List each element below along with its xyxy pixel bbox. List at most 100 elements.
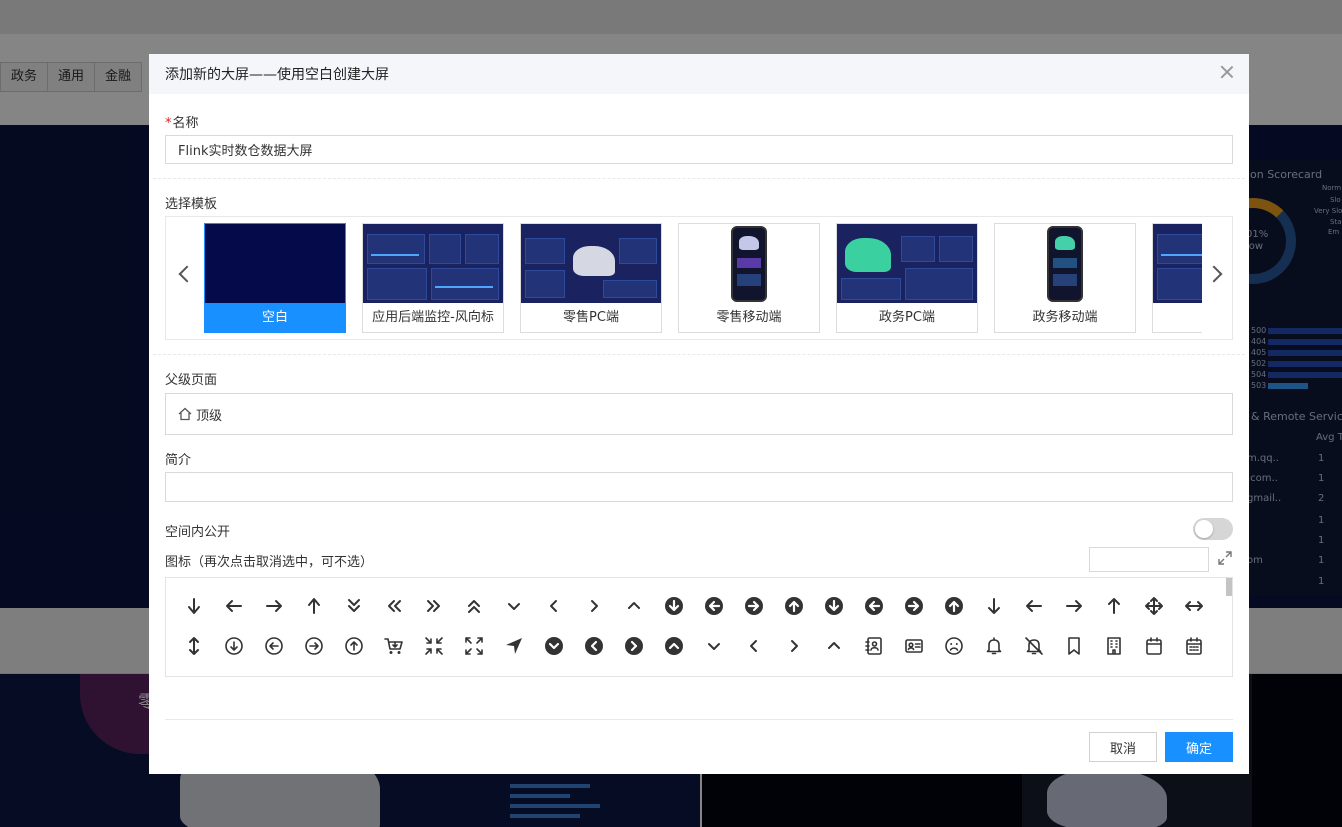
template-thumbnail [205,224,345,303]
dialog-title: 添加新的大屏——使用空白创建大屏 [165,67,389,83]
template-card[interactable]: 应用后端监控-风向标 [362,223,504,333]
circle-arrow-right-icon[interactable] [894,591,934,621]
template-name: 应用后端监控-风向标 [372,310,494,325]
circle-chevron-left-icon[interactable] [574,631,614,661]
circle-arrow-right-icon[interactable] [734,591,774,621]
template-thumbnail [521,224,661,303]
template-name: 某平台 [1153,303,1202,332]
public-label: 空间内公开 [165,525,231,540]
home-icon [178,407,192,421]
chevron-left-icon[interactable] [174,262,192,286]
arrows-move-icon[interactable] [1134,591,1174,621]
confirm-button[interactable]: 确定 [1165,732,1233,762]
calendar-icon[interactable] [1134,631,1174,661]
arrow-left-icon[interactable] [1014,591,1054,621]
arrows-horizontal-icon[interactable] [1174,591,1214,621]
building-icon[interactable] [1094,631,1134,661]
circle-outline-arrow-down-icon[interactable] [214,631,254,661]
template-card[interactable]: 零售PC端 [520,223,662,333]
circle-chevron-up-icon[interactable] [654,631,694,661]
id-card-icon[interactable] [894,631,934,661]
template-thumbnail [363,224,503,303]
double-chevron-left-icon[interactable] [374,591,414,621]
cart-arrow-icon[interactable] [374,631,414,661]
name-label: *名称 [165,116,199,131]
circle-outline-arrow-up-icon[interactable] [334,631,374,661]
scrollbar-thumb[interactable] [1226,578,1232,596]
icon-search-input[interactable] [1089,547,1209,572]
template-card[interactable]: 空白 [204,223,346,333]
bell-slash-icon[interactable] [1014,631,1054,661]
location-arrow-icon[interactable] [494,631,534,661]
arrow-right-icon[interactable] [254,591,294,621]
calendar-alt-icon[interactable] [1174,631,1214,661]
scrollbar[interactable] [1226,578,1232,676]
public-toggle[interactable] [1193,518,1233,540]
arrow-left-icon[interactable] [214,591,254,621]
circle-arrow-up-icon[interactable] [774,591,814,621]
template-label: 选择模板 [165,197,218,212]
intro-input[interactable] [165,472,1233,502]
template-name: 政务PC端 [879,310,935,325]
template-list: 空白 应用后端监控-风向标 零售PC端 零售移动端 政务PC端 政务移动端 某平台 [204,222,1202,334]
double-chevron-up-icon[interactable] [454,591,494,621]
template-thumbnail [1153,224,1202,303]
chevron-right-icon[interactable] [574,591,614,621]
template-carousel: 空白 应用后端监控-风向标 零售PC端 零售移动端 政务PC端 政务移动端 某平台 [165,216,1233,340]
template-thumbnail [995,224,1135,303]
circle-arrow-up-icon[interactable] [934,591,974,621]
intro-label: 简介 [165,453,192,468]
parent-page-value: 顶级 [196,408,223,424]
name-input[interactable] [165,135,1233,164]
double-chevron-down-icon[interactable] [334,591,374,621]
chevron-up-icon[interactable] [814,631,854,661]
bell-icon[interactable] [974,631,1014,661]
arrow-up-icon[interactable] [1094,591,1134,621]
compress-icon[interactable] [414,631,454,661]
circle-outline-arrow-left-icon[interactable] [254,631,294,661]
circle-arrow-left-icon[interactable] [694,591,734,621]
template-name: 政务移动端 [1032,310,1098,325]
required-mark: * [165,116,172,131]
template-card[interactable]: 政务PC端 [836,223,978,333]
circle-outline-arrow-right-icon[interactable] [294,631,334,661]
icon-picker-label: 图标（再次点击取消选中，可不选） [165,555,374,570]
parent-page-select[interactable]: 顶级 [165,393,1233,435]
frown-icon[interactable] [934,631,974,661]
template-card[interactable]: 政务移动端 [994,223,1136,333]
circle-arrow-left-icon[interactable] [854,591,894,621]
chevron-right-icon[interactable] [774,631,814,661]
expand-icon[interactable] [1218,551,1232,565]
chevron-down-icon[interactable] [694,631,734,661]
double-chevron-right-icon[interactable] [414,591,454,621]
template-name: 零售PC端 [563,310,619,325]
arrows-vertical-icon[interactable] [174,631,214,661]
template-card[interactable]: 某平台 [1152,223,1202,333]
arrow-down-icon[interactable] [974,591,1014,621]
toggle-knob [1195,520,1213,538]
arrow-right-icon[interactable] [1054,591,1094,621]
icon-row [174,591,1214,621]
arrow-up-bold-icon[interactable] [294,591,334,621]
chevron-left-icon[interactable] [534,591,574,621]
divider [153,178,1245,179]
circle-chevron-down-icon[interactable] [534,631,574,661]
parent-page-label: 父级页面 [165,373,218,388]
chevron-down-icon[interactable] [494,591,534,621]
close-icon[interactable] [1219,64,1235,80]
circle-arrow-down-icon[interactable] [654,591,694,621]
chevron-right-icon[interactable] [1208,262,1226,286]
icon-grid [165,577,1233,677]
chevron-left-icon[interactable] [734,631,774,661]
chevron-up-icon[interactable] [614,591,654,621]
address-book-icon[interactable] [854,631,894,661]
icon-row [174,631,1214,661]
template-name: 空白 [205,303,345,332]
cancel-button[interactable]: 取消 [1089,732,1157,762]
bookmark-icon[interactable] [1054,631,1094,661]
circle-chevron-right-icon[interactable] [614,631,654,661]
template-card[interactable]: 零售移动端 [678,223,820,333]
arrow-down-bold-icon[interactable] [174,591,214,621]
circle-arrow-down-icon[interactable] [814,591,854,621]
expand-icon[interactable] [454,631,494,661]
